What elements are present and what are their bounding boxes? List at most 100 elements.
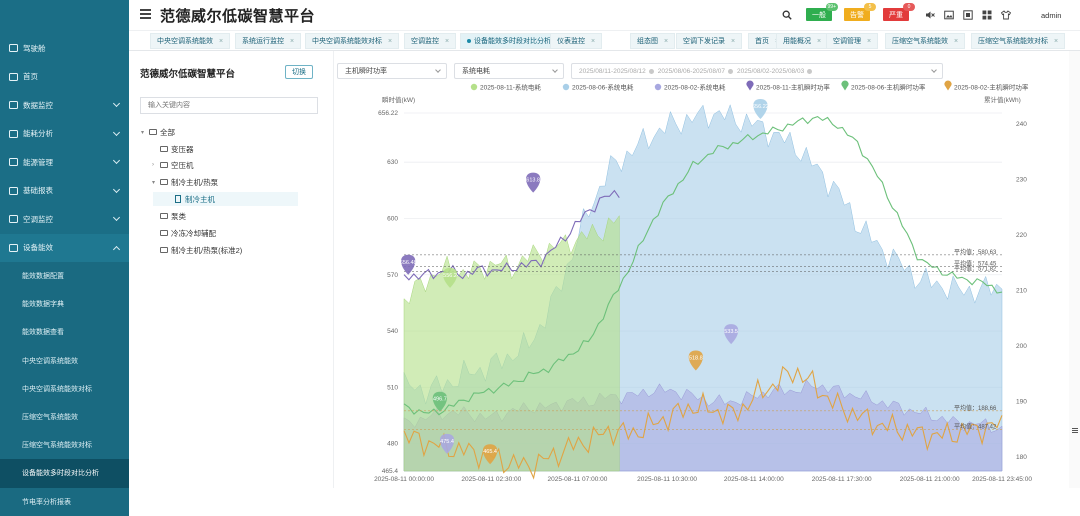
image-icon[interactable]: [944, 10, 954, 20]
sidebar-subitem[interactable]: 能效数据字典: [0, 290, 129, 319]
tree-node[interactable]: 冷冻冷却辅配: [152, 226, 216, 240]
tab-item[interactable]: 系统运行监控 ×: [235, 33, 302, 49]
close-icon[interactable]: ×: [445, 38, 449, 45]
tab-item[interactable]: 空调管理 ×: [826, 33, 879, 49]
close-icon[interactable]: ×: [219, 38, 223, 45]
sidebar-subitem[interactable]: 能效数据配置: [0, 262, 129, 291]
tree-node[interactable]: 泵类: [152, 209, 186, 223]
sidebar-subitem[interactable]: 中央空调系统能效: [0, 346, 129, 375]
tree-node[interactable]: 制冷主机/热泵(标准2): [152, 243, 242, 257]
tree-node-label: 变压器: [171, 144, 194, 154]
menu-toggle-icon[interactable]: [140, 9, 151, 19]
chevron-down-icon: [112, 128, 121, 136]
sidebar-item-3[interactable]: 数据监控: [0, 91, 129, 120]
close-icon[interactable]: ×: [290, 38, 294, 45]
close-icon[interactable]: ×: [867, 38, 871, 45]
legend-swatch: [654, 83, 662, 91]
device-tree-panel: 范德威尔低碳智慧平台 切换 ▾ 全部变压器 › 空压机 ▾ 制冷主机/热泵制冷主机泵类冷冻…: [129, 51, 334, 488]
tab-item[interactable]: 压缩空气系统能效 ×: [885, 33, 966, 49]
tab-item[interactable]: 用能概况 ×: [776, 33, 829, 49]
tab-label: 空调监控: [411, 38, 439, 45]
sidebar-item-7[interactable]: 空调监控: [0, 205, 129, 234]
alarm-button[interactable]: 告警 5: [844, 3, 876, 21]
left-tick-label: 540: [387, 328, 398, 335]
user-name[interactable]: admin: [1041, 8, 1061, 22]
tree-node[interactable]: 制冷主机: [153, 192, 298, 206]
document-icon: [175, 195, 181, 203]
tab-item[interactable]: 仪表监控 ×: [550, 33, 603, 49]
folder-icon: [160, 213, 168, 219]
sidebar-item-8[interactable]: 设备能效: [0, 233, 129, 262]
tab-item[interactable]: 组态图 ×: [630, 33, 676, 49]
sidebar-subitem[interactable]: 中央空调系统能效对标: [0, 374, 129, 403]
alarm-button[interactable]: 一般 99+: [806, 3, 838, 21]
tab-item[interactable]: 压缩空气系统能效对标 ×: [971, 33, 1066, 49]
right-scroll-strip: [1069, 51, 1080, 488]
shirt-icon[interactable]: [1001, 10, 1011, 20]
fullscreen-icon[interactable]: [963, 10, 973, 20]
close-icon[interactable]: ×: [817, 38, 821, 45]
sidebar-subitem[interactable]: 压缩空气系统能效对标: [0, 431, 129, 460]
search-icon[interactable]: [782, 10, 792, 20]
mute-icon[interactable]: [925, 10, 935, 20]
tab-item[interactable]: 空调下发记录 ×: [676, 33, 743, 49]
top-bar: 范德威尔低碳智慧平台 admin 一般 99+ 告警 5 严重 0: [129, 0, 1080, 31]
tab-item[interactable]: 空调监控 ×: [404, 33, 457, 49]
chevron-down-icon: [112, 213, 121, 222]
sidebar-item-label: 能耗分析: [23, 129, 53, 139]
chevron-down-icon: [112, 185, 121, 193]
report-icon: [9, 186, 18, 195]
sidebar-item-label: 设备能效: [23, 243, 53, 253]
tree-node[interactable]: › 空压机: [152, 158, 194, 172]
right-axis-label: 累计值(kWh): [984, 95, 1021, 104]
tab-item[interactable]: 中央空调系统能效 ×: [150, 33, 231, 49]
tree-node[interactable]: ▾ 制冷主机/热泵: [152, 175, 218, 189]
drag-handle-icon[interactable]: [1072, 428, 1078, 433]
close-icon[interactable]: ×: [591, 38, 595, 45]
close-icon[interactable]: ×: [954, 38, 958, 45]
close-icon[interactable]: ×: [1054, 38, 1058, 45]
chart-icon: [9, 129, 18, 138]
tree-node[interactable]: ▾ 全部: [141, 125, 175, 139]
tree-node[interactable]: 变压器: [152, 142, 194, 156]
grid-icon[interactable]: [982, 10, 992, 20]
alarm-button[interactable]: 严重 0: [883, 3, 915, 21]
platform-title: 范德威尔低碳智慧平台: [160, 8, 316, 25]
folder-icon: [149, 129, 157, 135]
sidebar-item-label: 数据监控: [23, 100, 53, 110]
sidebar-subitem[interactable]: 设备能效多时段对比分析: [0, 459, 129, 488]
tree-caret-icon[interactable]: ▾: [141, 129, 149, 136]
average-label: 平均值：487.42: [954, 423, 997, 431]
tree-caret-icon[interactable]: ▾: [152, 179, 160, 186]
tree-node-label: 泵类: [171, 211, 186, 221]
alarm-count-badge: 0: [903, 3, 915, 11]
sidebar-item-1[interactable]: 驾驶舱: [0, 34, 129, 63]
sidebar-subitem[interactable]: 压缩空气系统能效: [0, 402, 129, 432]
switch-button[interactable]: 切换: [285, 65, 313, 79]
tree-node-label: 制冷主机: [185, 194, 215, 204]
sidebar-subitem[interactable]: 节电率分析报表: [0, 487, 129, 516]
close-icon[interactable]: ×: [388, 38, 392, 45]
tree-caret-icon[interactable]: ›: [152, 162, 160, 168]
right-tick-label: 230: [1016, 177, 1027, 184]
alarm-label: 告警: [850, 11, 864, 19]
snowflake-icon: [9, 215, 18, 224]
close-icon[interactable]: ×: [664, 38, 668, 45]
legend-label: 2025-08-11-系统电耗: [480, 83, 541, 92]
tree-search-input[interactable]: [140, 97, 318, 114]
x-tick-label: 2025-08-11 02:30:00: [461, 476, 521, 483]
sidebar-item-6[interactable]: 基础报表: [0, 177, 129, 206]
sidebar-subitem[interactable]: 能效数据查看: [0, 318, 129, 347]
left-axis-label: 瞬时值(kW): [382, 95, 415, 104]
sidebar-item-4[interactable]: 能耗分析: [0, 120, 129, 149]
sidebar-item-5[interactable]: 能源管理: [0, 148, 129, 177]
tab-label: 系统运行监控: [242, 38, 284, 45]
sidebar-item-2[interactable]: 首页: [0, 63, 129, 92]
average-label: 平均值：580.63: [954, 248, 997, 256]
legend-swatch: [746, 80, 754, 91]
tab-item[interactable]: 中央空调系统能效对标 ×: [305, 33, 400, 49]
active-dot-icon: [467, 39, 471, 43]
alarm-count-badge: 5: [864, 3, 876, 11]
pin-marker-label: 533.5: [724, 329, 738, 335]
close-icon[interactable]: ×: [731, 38, 735, 45]
